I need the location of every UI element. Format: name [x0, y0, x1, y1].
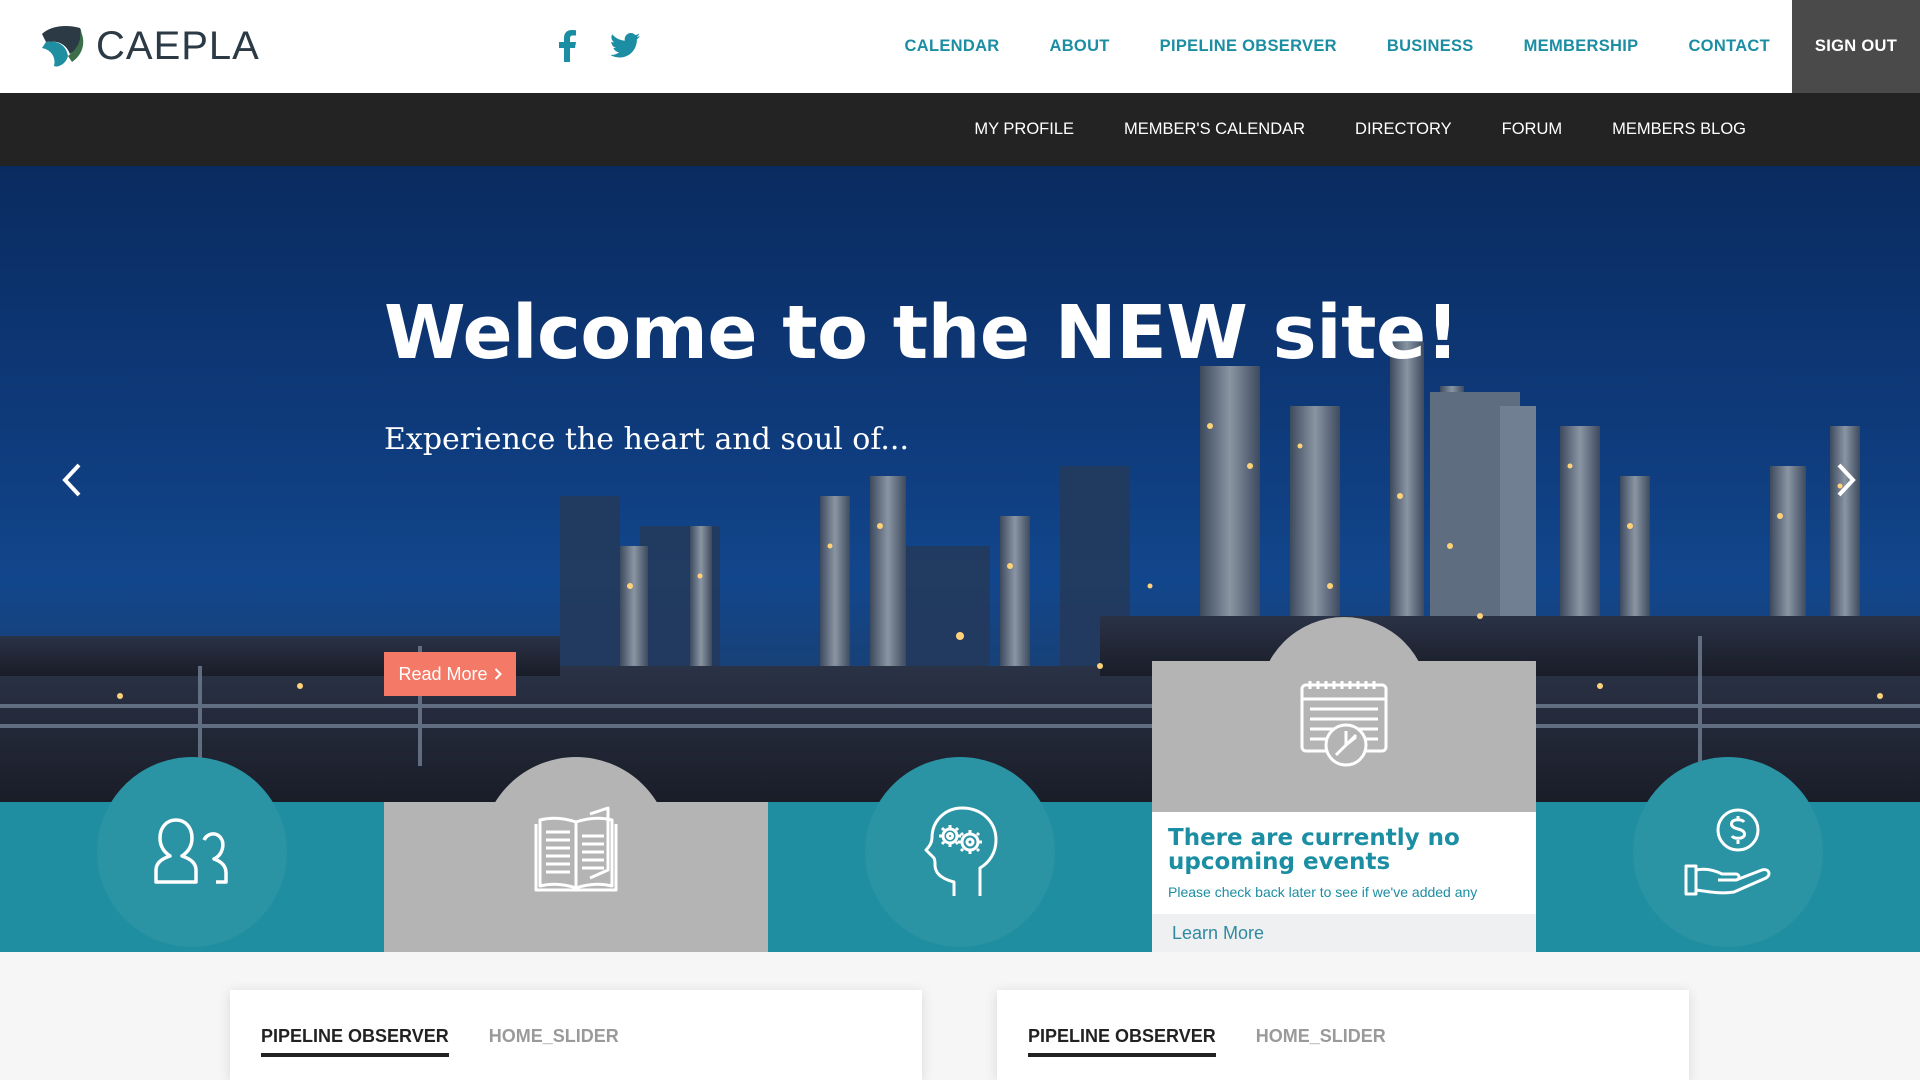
panel-tabs: PIPELINE OBSERVER HOME_SLIDER: [261, 1026, 619, 1057]
chevron-right-icon: [1837, 463, 1856, 497]
subnav-members-calendar[interactable]: MEMBER'S CALENDAR: [1124, 120, 1305, 139]
learn-more-link[interactable]: Learn More: [1152, 914, 1536, 952]
subnav-directory[interactable]: DIRECTORY: [1355, 120, 1452, 139]
twitter-link[interactable]: [606, 24, 644, 68]
slider-prev-button[interactable]: [52, 458, 92, 502]
subnav-forum[interactable]: FORUM: [1502, 120, 1563, 139]
chevron-left-icon: [62, 463, 81, 497]
events-title: There are currently no upcoming events: [1168, 825, 1460, 875]
subnav-members-blog[interactable]: MEMBERS BLOG: [1612, 120, 1746, 139]
tab-pipeline-observer[interactable]: PIPELINE OBSERVER: [261, 1026, 449, 1057]
top-header: CAEPLA CALENDAR ABOUT PIPELINE OBSERVER …: [0, 0, 1920, 93]
nav-about[interactable]: ABOUT: [1050, 37, 1110, 56]
feature-tile-resources[interactable]: [384, 757, 768, 952]
site-logo[interactable]: CAEPLA: [36, 20, 260, 72]
feature-tile-knowledge[interactable]: [768, 757, 1152, 952]
main-nav: CALENDAR ABOUT PIPELINE OBSERVER BUSINES…: [855, 0, 1770, 93]
feature-tile-members[interactable]: [0, 757, 384, 952]
content-panel: PIPELINE OBSERVER HOME_SLIDER: [997, 990, 1689, 1080]
tab-home-slider[interactable]: HOME_SLIDER: [489, 1026, 619, 1057]
read-more-label: Read More: [398, 663, 488, 684]
hero-subtitle: Experience the heart and soul of...: [384, 422, 909, 457]
events-body: There are currently no upcoming events P…: [1152, 812, 1536, 914]
chevron-right-icon: [494, 668, 502, 680]
head-gears-icon: [910, 802, 1010, 902]
sign-out-button[interactable]: SIGN OUT: [1792, 0, 1920, 93]
calendar-icon: [1300, 681, 1388, 767]
book-icon: [526, 802, 626, 902]
facebook-icon: [559, 30, 576, 62]
hero-title: Welcome to the NEW site!: [384, 290, 1459, 376]
facebook-link[interactable]: [550, 24, 584, 68]
nav-pipeline-observer[interactable]: PIPELINE OBSERVER: [1160, 37, 1337, 56]
hero-slider: Welcome to the NEW site! Experience the …: [0, 166, 1920, 802]
refinery-background-image: [0, 342, 1920, 802]
logo-mark-icon: [42, 26, 84, 67]
events-card: There are currently no upcoming events P…: [1152, 617, 1536, 952]
twitter-icon: [610, 33, 640, 58]
brand-name: CAEPLA: [96, 23, 260, 68]
tab-pipeline-observer[interactable]: PIPELINE OBSERVER: [1028, 1026, 1216, 1057]
events-note: Please check back later to see if we've …: [1168, 884, 1478, 900]
members-icon: [142, 802, 242, 902]
nav-calendar[interactable]: CALENDAR: [905, 37, 1000, 56]
tab-home-slider[interactable]: HOME_SLIDER: [1256, 1026, 1386, 1057]
nav-contact[interactable]: CONTACT: [1688, 37, 1770, 56]
hand-dollar-icon: [1678, 802, 1778, 902]
content-panel: PIPELINE OBSERVER HOME_SLIDER: [230, 990, 922, 1080]
read-more-button[interactable]: Read More: [384, 652, 516, 696]
panel-tabs: PIPELINE OBSERVER HOME_SLIDER: [1028, 1026, 1386, 1057]
nav-business[interactable]: BUSINESS: [1387, 37, 1474, 56]
nav-membership[interactable]: MEMBERSHIP: [1524, 37, 1639, 56]
slider-next-button[interactable]: [1826, 458, 1866, 502]
member-nav: MY PROFILE MEMBER'S CALENDAR DIRECTORY F…: [0, 93, 1920, 166]
feature-tile-funding[interactable]: [1536, 757, 1920, 952]
subnav-my-profile[interactable]: MY PROFILE: [974, 120, 1074, 139]
